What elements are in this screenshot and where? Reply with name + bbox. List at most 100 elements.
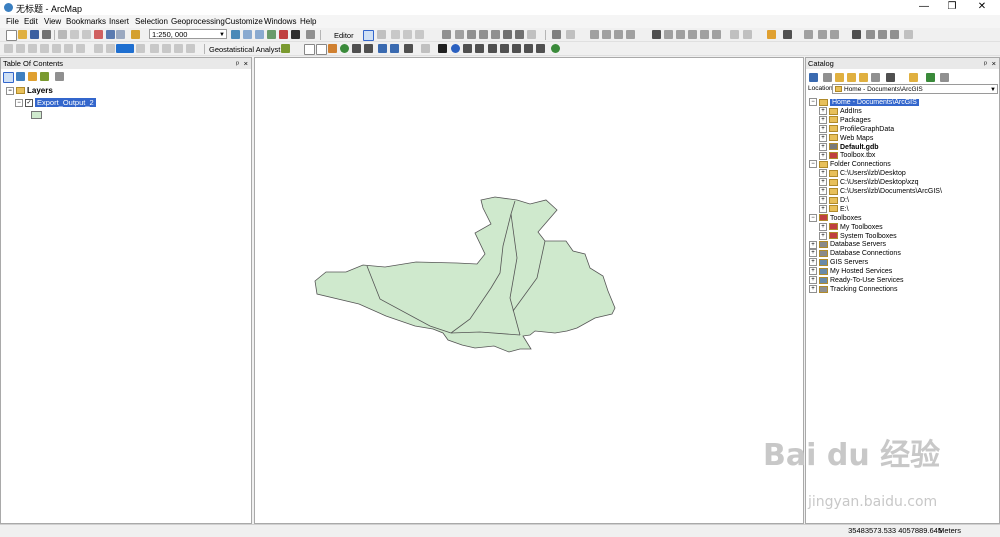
expand-icon[interactable]: + bbox=[819, 151, 827, 160]
location-combo[interactable]: Home - Documents\ArcGIS ▼ bbox=[832, 84, 998, 94]
paste-icon[interactable] bbox=[82, 30, 91, 39]
fixed-zoom-out-icon[interactable] bbox=[364, 44, 373, 53]
collapse-icon[interactable]: + bbox=[809, 249, 817, 258]
snapping-point-icon[interactable] bbox=[590, 30, 599, 39]
expand-icon[interactable]: + bbox=[819, 133, 827, 142]
fill-color-swatch[interactable] bbox=[116, 44, 134, 53]
chart-icon[interactable] bbox=[890, 30, 899, 39]
grid-line-icon[interactable] bbox=[818, 30, 827, 39]
up-folder-icon[interactable] bbox=[835, 73, 844, 82]
snapping-vertex-icon[interactable] bbox=[614, 30, 623, 39]
attributes-icon[interactable] bbox=[503, 30, 512, 39]
add-data-icon[interactable] bbox=[131, 30, 140, 39]
layout-view-icon[interactable] bbox=[4, 44, 13, 53]
georef-rotate-icon[interactable] bbox=[676, 30, 685, 39]
go-back-icon[interactable] bbox=[378, 44, 387, 53]
endpoint-arc-icon[interactable] bbox=[403, 30, 412, 39]
map-view[interactable] bbox=[254, 57, 804, 524]
rotate-icon[interactable] bbox=[491, 30, 500, 39]
list-by-visibility-icon[interactable] bbox=[28, 72, 37, 81]
polygon-feature[interactable] bbox=[314, 196, 616, 353]
italic-icon[interactable] bbox=[174, 44, 183, 53]
open-icon[interactable] bbox=[18, 30, 27, 39]
measure-icon[interactable] bbox=[652, 30, 661, 39]
layout-tool-icon[interactable] bbox=[552, 30, 561, 39]
measure-distance-icon[interactable] bbox=[488, 44, 497, 53]
expand-icon[interactable]: + bbox=[819, 204, 827, 213]
identify-icon[interactable] bbox=[451, 44, 460, 53]
catalog-item[interactable]: − Toolboxes bbox=[809, 213, 862, 223]
expand-icon[interactable]: + bbox=[819, 231, 827, 240]
layout-icon[interactable] bbox=[852, 30, 861, 39]
split-icon[interactable] bbox=[479, 30, 488, 39]
clear-icon[interactable] bbox=[52, 44, 61, 53]
menu-geoprocessing[interactable]: Geoprocessing bbox=[171, 17, 225, 26]
reshape-icon[interactable] bbox=[455, 30, 464, 39]
menu-windows[interactable]: Windows bbox=[264, 17, 296, 26]
save-icon[interactable] bbox=[30, 30, 39, 39]
catalog-item[interactable]: + C:\Users\lzb\Documents\ArcGIS\ bbox=[819, 187, 942, 196]
font-icon[interactable] bbox=[150, 44, 159, 53]
zoom-whole-page-icon[interactable] bbox=[566, 30, 575, 39]
style-icon[interactable] bbox=[64, 44, 73, 53]
catalog-item[interactable]: + Database Servers bbox=[809, 240, 886, 249]
disconnect-folder-icon[interactable] bbox=[871, 73, 880, 82]
expand-icon[interactable]: + bbox=[819, 178, 827, 187]
expand-icon[interactable]: + bbox=[819, 187, 827, 196]
select-elements-icon[interactable] bbox=[438, 44, 447, 53]
catalog-window-icon[interactable] bbox=[255, 30, 264, 39]
editor-menu[interactable]: Editor bbox=[334, 31, 354, 40]
topology-icon[interactable] bbox=[767, 30, 776, 39]
pin-icon[interactable]: ᵖ bbox=[236, 58, 239, 69]
catalog-options-icon[interactable] bbox=[926, 73, 935, 82]
catalog-item[interactable]: + Tracking Connections bbox=[809, 285, 897, 294]
edit-tool-icon[interactable] bbox=[363, 30, 374, 41]
flicker-icon[interactable] bbox=[743, 30, 752, 39]
collapse-icon[interactable]: + bbox=[809, 258, 817, 267]
expand-icon[interactable]: + bbox=[819, 222, 827, 231]
menu-edit[interactable]: Edit bbox=[24, 17, 38, 26]
expand-icon[interactable]: + bbox=[819, 124, 827, 133]
collapse-icon[interactable]: − bbox=[6, 86, 14, 95]
html-popup-icon[interactable] bbox=[475, 44, 484, 53]
new-document-icon[interactable] bbox=[6, 30, 17, 41]
menu-selection[interactable]: Selection bbox=[135, 17, 168, 26]
trace-icon[interactable] bbox=[415, 30, 424, 39]
print-icon[interactable] bbox=[42, 30, 51, 39]
forward-icon[interactable] bbox=[823, 73, 832, 82]
collapse-icon[interactable]: + bbox=[809, 240, 817, 249]
georef-icon[interactable] bbox=[664, 30, 673, 39]
catalog-item[interactable]: + System Toolboxes bbox=[819, 231, 897, 241]
collapse-icon[interactable]: + bbox=[809, 267, 817, 276]
expand-icon[interactable]: + bbox=[819, 196, 827, 205]
catalog-item[interactable]: + AddIns bbox=[819, 107, 862, 116]
full-extent-icon[interactable] bbox=[340, 44, 349, 53]
menu-view[interactable]: View bbox=[44, 17, 61, 26]
copy-icon[interactable] bbox=[70, 30, 79, 39]
collapse-icon[interactable]: − bbox=[809, 213, 817, 222]
list-by-drawing-order-icon[interactable] bbox=[3, 72, 14, 83]
catalog-item[interactable]: + D:\ bbox=[819, 196, 849, 205]
menu-help[interactable]: Help bbox=[300, 17, 316, 26]
close-icon[interactable]: × bbox=[244, 58, 248, 69]
catalog-item[interactable]: + GIS Servers bbox=[809, 258, 868, 267]
snapping-edge-icon[interactable] bbox=[626, 30, 635, 39]
toc-options-icon[interactable] bbox=[55, 72, 64, 81]
refresh-icon[interactable] bbox=[28, 44, 37, 53]
straight-segment-icon[interactable] bbox=[391, 30, 400, 39]
catalog-item[interactable]: + Default.gdb bbox=[819, 142, 879, 152]
georef-link-icon[interactable] bbox=[712, 30, 721, 39]
layers-root[interactable]: − Layers bbox=[6, 86, 53, 95]
catalog-item[interactable]: + C:\Users\lzb\Desktop\xzq bbox=[819, 178, 919, 187]
catalog-item[interactable]: + Toolbox.tbx bbox=[819, 151, 875, 160]
layer-row[interactable]: − ✓ Export_Output_2 bbox=[15, 98, 96, 108]
search-window-icon[interactable] bbox=[267, 30, 276, 39]
catalog-item[interactable]: + E:\ bbox=[819, 204, 849, 214]
expand-icon[interactable]: + bbox=[819, 115, 827, 124]
color-dropdown-icon[interactable] bbox=[136, 44, 145, 53]
find-icon[interactable] bbox=[500, 44, 509, 53]
maximize-button[interactable]: ❐ bbox=[942, 1, 962, 13]
collapse-icon[interactable]: + bbox=[809, 285, 817, 294]
layer-properties-icon[interactable] bbox=[76, 44, 85, 53]
fill-pattern-icon[interactable] bbox=[94, 44, 103, 53]
